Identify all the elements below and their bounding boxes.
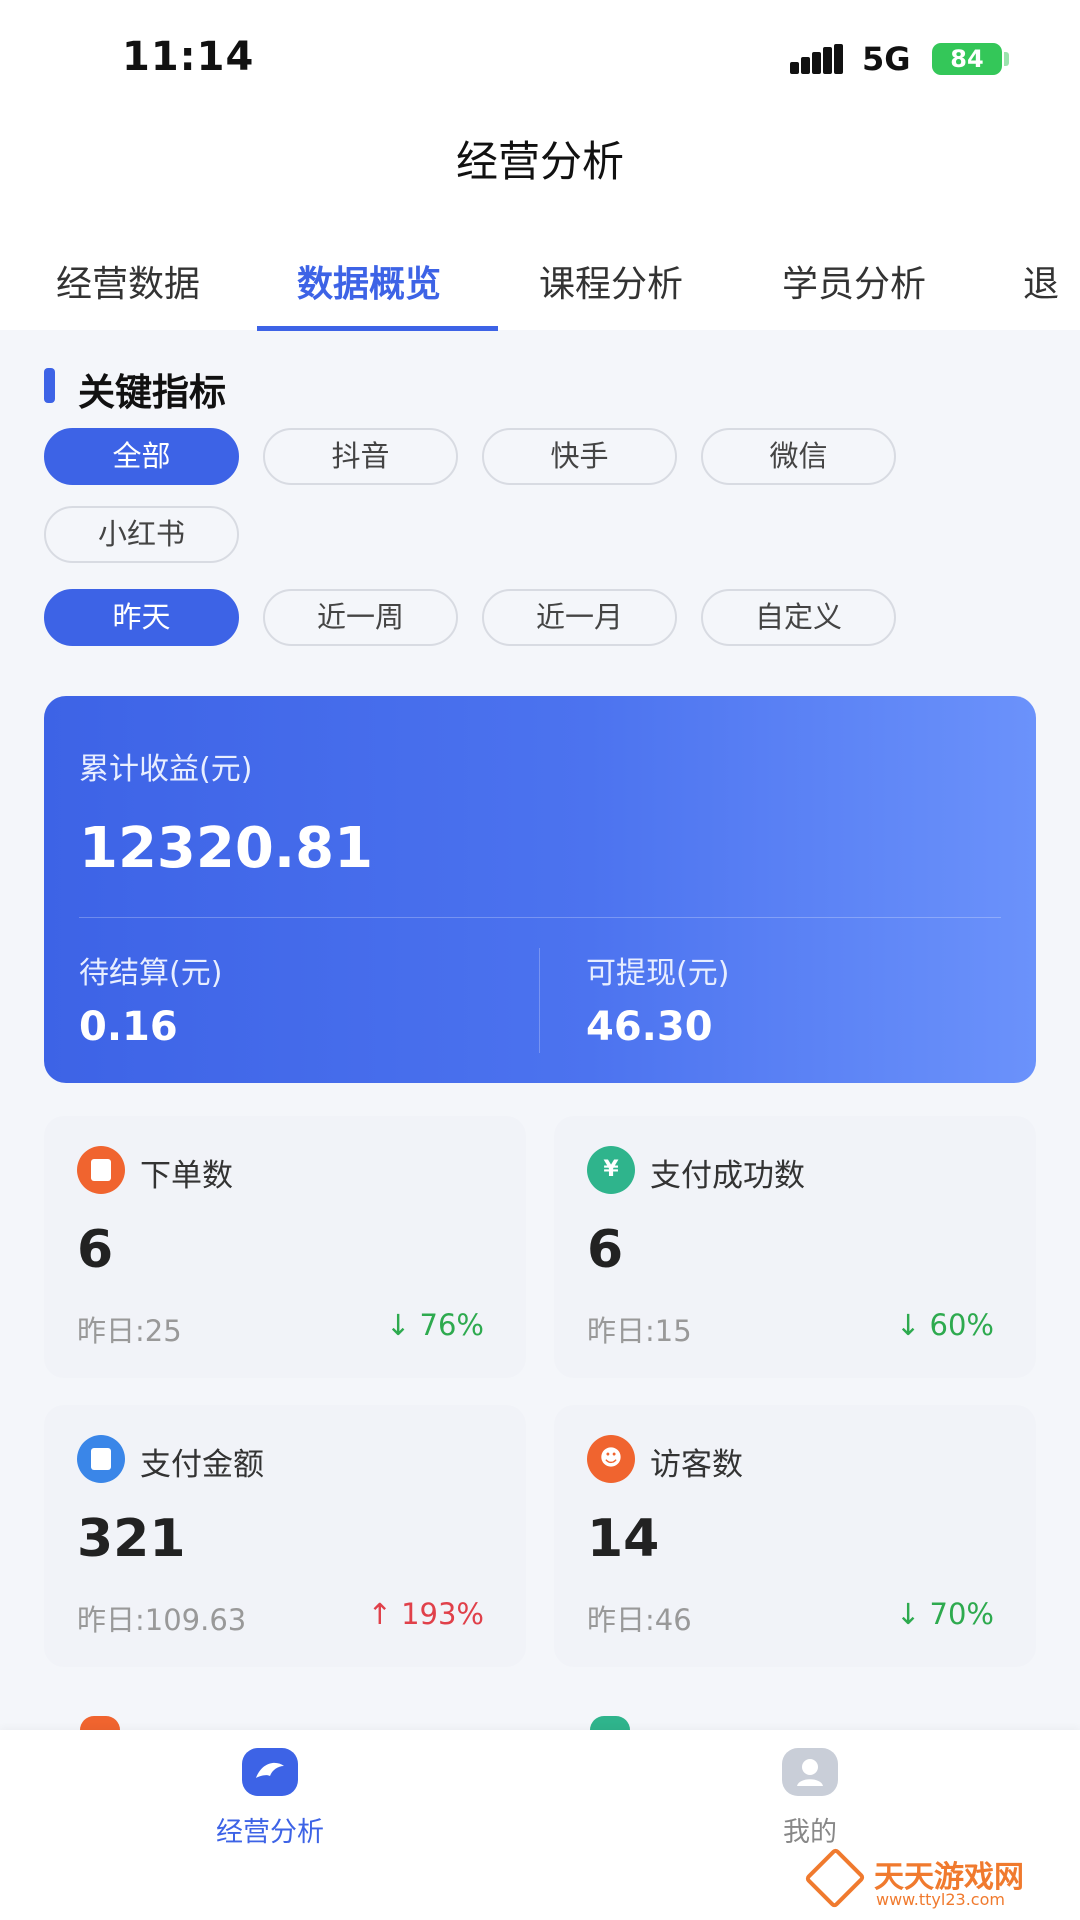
- battery-tip: [1004, 52, 1009, 66]
- filter-douyin[interactable]: 抖音: [263, 428, 458, 485]
- period-last-month[interactable]: 近一月: [482, 589, 677, 646]
- nav-label: 我的: [783, 1817, 837, 1848]
- metric-label: 支付金额: [140, 1447, 264, 1483]
- withdrawable-value: 46.30: [586, 1004, 713, 1050]
- nav-profile[interactable]: 我的: [710, 1748, 910, 1849]
- metric-change: ↓ 76%: [386, 1308, 484, 1342]
- metric-card-payment-success[interactable]: ¥ 支付成功数 6 昨日:15 ↓ 60%: [554, 1116, 1036, 1378]
- metric-label: 访客数: [650, 1447, 743, 1483]
- watermark: 天天游戏网 www.ttyl23.com: [803, 1846, 1058, 1910]
- tab-bar: 经营数据 数据概览 课程分析 学员分析 退: [0, 255, 1080, 330]
- tab-business-data[interactable]: 经营数据: [56, 255, 200, 307]
- metric-label: 下单数: [140, 1158, 233, 1194]
- metric-change: ↑ 193%: [367, 1597, 484, 1631]
- metric-previous: 昨日:15: [587, 1314, 692, 1348]
- pending-value: 0.16: [79, 1004, 178, 1050]
- business-analysis-icon: [242, 1748, 298, 1796]
- network-type: 5G: [862, 40, 911, 78]
- revenue-card: 累计收益(元) 12320.81 待结算(元) 0.16 可提现(元) 46.3…: [44, 696, 1036, 1083]
- status-time: 11:14: [122, 34, 255, 80]
- metric-label: 支付成功数: [650, 1158, 805, 1194]
- tab-course-analysis[interactable]: 课程分析: [539, 255, 683, 307]
- visitors-icon: ☻: [587, 1435, 635, 1483]
- metric-card-visitors[interactable]: ☻ 访客数 14 昨日:46 ↓ 70%: [554, 1405, 1036, 1667]
- active-tab-indicator: [257, 326, 498, 331]
- metric-card-payment-amount[interactable]: 支付金额 321 昨日:109.63 ↑ 193%: [44, 1405, 526, 1667]
- revenue-vertical-divider: [539, 948, 540, 1053]
- watermark-url: www.ttyl23.com: [876, 1890, 1005, 1909]
- nav-business-analysis[interactable]: 经营分析: [170, 1748, 370, 1849]
- metric-change: ↓ 60%: [896, 1308, 994, 1342]
- filter-all[interactable]: 全部: [44, 428, 239, 485]
- section-marker: [44, 368, 55, 403]
- period-last-week[interactable]: 近一周: [263, 589, 458, 646]
- tab-data-overview[interactable]: 数据概览: [297, 255, 441, 307]
- order-icon: [77, 1146, 125, 1194]
- battery-icon: 84: [932, 43, 1002, 75]
- metric-previous: 昨日:109.63: [77, 1603, 247, 1637]
- revenue-label: 累计收益(元): [79, 752, 253, 787]
- nav-label: 经营分析: [216, 1817, 324, 1848]
- metric-previous: 昨日:46: [587, 1603, 692, 1637]
- tab-student-analysis[interactable]: 学员分析: [782, 255, 926, 307]
- period-yesterday[interactable]: 昨天: [44, 589, 239, 646]
- filter-kuaishou[interactable]: 快手: [482, 428, 677, 485]
- pending-label: 待结算(元): [79, 956, 223, 991]
- metric-card-orders[interactable]: 下单数 6 昨日:25 ↓ 76%: [44, 1116, 526, 1378]
- status-bar: 11:14 5G 84: [0, 0, 1080, 110]
- signal-icon: [790, 44, 844, 74]
- filter-wechat[interactable]: 微信: [701, 428, 896, 485]
- period-custom[interactable]: 自定义: [701, 589, 896, 646]
- payment-amount-icon: [77, 1435, 125, 1483]
- watermark-logo-icon: [803, 1846, 867, 1910]
- partial-metric-icon: [590, 1716, 630, 1730]
- payment-success-icon: ¥: [587, 1146, 635, 1194]
- filter-xiaohongshu[interactable]: 小红书: [44, 506, 239, 563]
- revenue-value: 12320.81: [79, 816, 374, 881]
- revenue-divider: [79, 917, 1001, 918]
- withdrawable-label: 可提现(元): [586, 956, 730, 991]
- metric-change: ↓ 70%: [896, 1597, 994, 1631]
- profile-icon: [782, 1748, 838, 1796]
- metric-value: 6: [77, 1220, 114, 1280]
- metric-value: 6: [587, 1220, 624, 1280]
- partial-metric-icon: [80, 1716, 120, 1730]
- metric-previous: 昨日:25: [77, 1314, 182, 1348]
- metric-value: 321: [77, 1509, 186, 1569]
- page-title: 经营分析: [455, 137, 624, 186]
- tab-refund[interactable]: 退: [1023, 255, 1059, 307]
- section-title: 关键指标: [78, 371, 226, 414]
- metric-value: 14: [587, 1509, 660, 1569]
